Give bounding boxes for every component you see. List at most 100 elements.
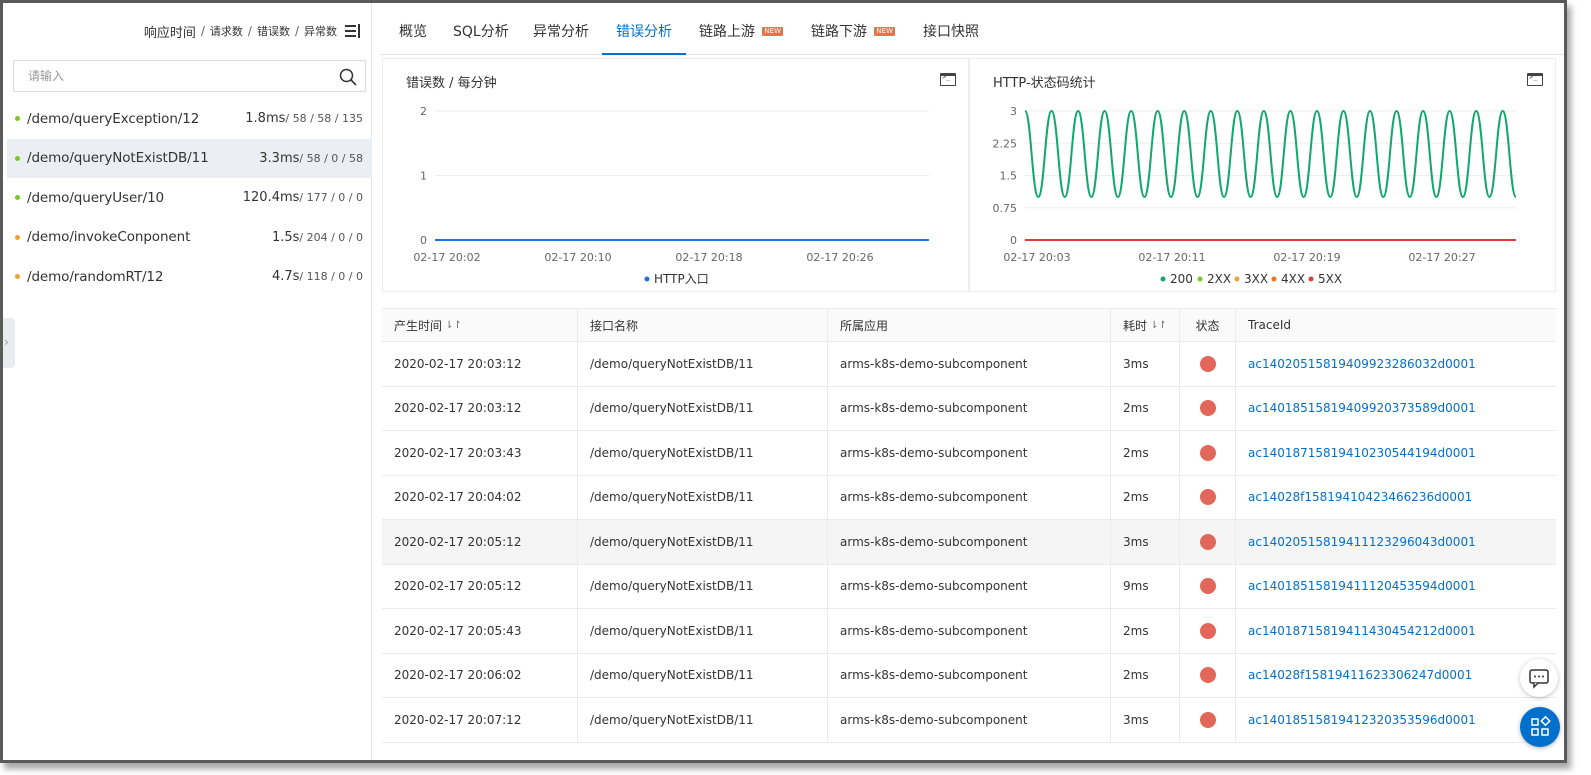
tab-item[interactable]: SQL分析	[453, 3, 509, 55]
error-status-dot	[1199, 400, 1216, 417]
trace-id-link[interactable]: ac14028f15819411623306247d0001	[1248, 668, 1472, 682]
cell-app: arms-k8s-demo-subcomponent	[828, 564, 1111, 608]
table-row[interactable]: 2020-02-17 20:03:12/demo/queryNotExistDB…	[382, 342, 1556, 387]
sort-by-requests[interactable]: 请求数	[210, 23, 243, 39]
table-row[interactable]: 2020-02-17 20:05:12/demo/queryNotExistDB…	[382, 520, 1556, 565]
cell-traceid: ac14018515819412320353596d0001	[1236, 698, 1556, 742]
analysis-tabs: 概览 SQL分析 异常分析 错误分析 链路上游 NEW 链路下游 NEW 接口快照	[379, 3, 1564, 55]
sort-header: 响应时间 / 请求数 / 错误数 / 异常数	[144, 21, 361, 41]
error-status-dot	[1199, 622, 1216, 639]
api-response-time: 1.5s	[271, 229, 300, 245]
cell-status	[1180, 431, 1236, 475]
api-list-item[interactable]: /demo/queryUser/10 120.4ms/ 177 / 0 / 0	[7, 178, 372, 218]
table-row[interactable]: 2020-02-17 20:03:12/demo/queryNotExistDB…	[382, 386, 1556, 431]
api-list-item[interactable]: /demo/queryException/12 1.8ms/ 58 / 58 / …	[7, 99, 372, 139]
column-header-time[interactable]: 产生时间 ⇂↾	[382, 309, 578, 341]
table-row[interactable]: 2020-02-17 20:03:43/demo/queryNotExistDB…	[382, 431, 1556, 476]
column-header-app: 所属应用	[828, 309, 1111, 341]
table-row[interactable]: 2020-02-17 20:06:02/demo/queryNotExistDB…	[382, 653, 1556, 698]
tab-item[interactable]: 链路下游 NEW	[811, 3, 895, 55]
table-row[interactable]: 2020-02-17 20:07:12/demo/queryNotExistDB…	[382, 698, 1556, 743]
cell-app: arms-k8s-demo-subcomponent	[828, 653, 1111, 697]
health-dot	[15, 274, 20, 280]
tab-item[interactable]: 接口快照	[923, 3, 979, 55]
table-row[interactable]: 2020-02-17 20:05:12/demo/queryNotExistDB…	[382, 564, 1556, 609]
tab-item[interactable]: 链路上游 NEW	[699, 3, 783, 55]
cell-time: 2020-02-17 20:07:12	[382, 698, 578, 742]
column-header-cost[interactable]: 耗时 ⇂↾	[1111, 309, 1180, 341]
y-tick-label: 0.75	[993, 202, 1018, 215]
cell-app: arms-k8s-demo-subcomponent	[828, 698, 1111, 742]
cell-app: arms-k8s-demo-subcomponent	[828, 342, 1111, 386]
header-separator: /	[200, 24, 205, 38]
error-status-dot	[1199, 533, 1216, 550]
trace-id-link[interactable]: ac14018515819411120453594d0001	[1248, 579, 1476, 593]
legend-label[interactable]: HTTP入口	[654, 272, 709, 286]
legend-label[interactable]: 3XX	[1244, 272, 1268, 286]
x-tick-label: 02-17 20:26	[806, 251, 873, 264]
trace-id-link[interactable]: ac14018515819412320353596d0001	[1248, 713, 1476, 727]
tab-item[interactable]: 错误分析	[602, 3, 686, 55]
health-dot	[15, 195, 20, 201]
trace-id-link[interactable]: ac14020515819409923286032d0001	[1248, 357, 1476, 371]
column-header-status: 状态	[1180, 309, 1236, 341]
sort-icon[interactable]: ⇂↾	[1150, 320, 1167, 331]
api-list-item[interactable]: /demo/invokeConponent 1.5s/ 204 / 0 / 0	[7, 218, 372, 258]
trace-id-link[interactable]: ac14018515819409920373589d0001	[1248, 401, 1476, 415]
search-icon[interactable]	[339, 68, 357, 86]
legend-label[interactable]: 4XX	[1281, 272, 1305, 286]
apps-menu-button[interactable]	[1520, 707, 1560, 747]
trace-id-link[interactable]: ac14018715819410230544194d0001	[1248, 446, 1476, 460]
error-status-dot	[1199, 489, 1216, 506]
cell-api: /demo/queryNotExistDB/11	[578, 520, 828, 564]
error-status-dot	[1199, 578, 1216, 595]
cell-cost: 3ms	[1111, 520, 1180, 564]
cell-time: 2020-02-17 20:05:43	[382, 609, 578, 653]
api-path: /demo/invokeConponent	[27, 229, 191, 246]
legend-label[interactable]: 2XX	[1207, 272, 1231, 286]
header-separator: /	[247, 24, 252, 38]
table-row[interactable]: 2020-02-17 20:04:02/demo/queryNotExistDB…	[382, 475, 1556, 520]
cell-api: /demo/queryNotExistDB/11	[578, 564, 828, 608]
tab-label: 错误分析	[616, 24, 672, 40]
table-row[interactable]: 2020-02-17 20:05:43/demo/queryNotExistDB…	[382, 609, 1556, 654]
y-tick-label: 1.5	[1000, 170, 1018, 183]
cell-app: arms-k8s-demo-subcomponent	[828, 475, 1111, 519]
feedback-chat-button[interactable]	[1520, 659, 1558, 697]
trace-id-link[interactable]: ac14020515819411123296043d0001	[1248, 535, 1476, 549]
api-stats: 4.7s/ 118 / 0 / 0	[272, 269, 363, 284]
legend-marker	[1197, 276, 1203, 282]
cell-api: /demo/queryNotExistDB/11	[578, 431, 828, 475]
api-list-item[interactable]: /demo/randomRT/12 4.7s/ 118 / 0 / 0	[7, 257, 372, 297]
sidebar-collapse-handle[interactable]: ›	[3, 318, 15, 368]
health-dot	[15, 155, 20, 161]
sort-by-exceptions[interactable]: 异常数	[304, 23, 337, 39]
cell-api: /demo/queryNotExistDB/11	[578, 609, 828, 653]
cell-status	[1180, 698, 1236, 742]
apps-grid-icon	[1531, 715, 1551, 736]
cell-cost: 2ms	[1111, 609, 1180, 653]
legend-label[interactable]: 200	[1170, 272, 1193, 286]
cell-time: 2020-02-17 20:03:43	[382, 431, 578, 475]
sort-icon[interactable]: ⇂↾	[445, 320, 462, 331]
api-list-item[interactable]: /demo/queryNotExistDB/11 3.3ms/ 58 / 0 / …	[7, 138, 372, 178]
cell-traceid: ac14018515819411120453594d0001	[1236, 565, 1556, 609]
search-input[interactable]	[14, 61, 314, 91]
api-path: /demo/queryException/12	[27, 110, 200, 127]
trace-id-link[interactable]: ac14028f15819410423466236d0001	[1248, 490, 1472, 504]
chevron-right-icon: ›	[4, 335, 9, 349]
api-counts: / 58 / 0 / 58	[299, 151, 363, 165]
tab-item[interactable]: 异常分析	[533, 3, 589, 55]
cell-time: 2020-02-17 20:05:12	[382, 520, 578, 564]
api-counts: / 177 / 0 / 0	[299, 191, 363, 205]
sort-by-errors[interactable]: 错误数	[257, 23, 290, 39]
api-counts: / 204 / 0 / 0	[299, 230, 363, 244]
sort-order-icon[interactable]	[345, 24, 361, 38]
y-tick-label: 0	[420, 234, 427, 247]
cell-app: arms-k8s-demo-subcomponent	[828, 431, 1111, 475]
tab-item[interactable]: 概览	[399, 3, 427, 55]
trace-id-link[interactable]: ac14018715819411430454212d0001	[1248, 624, 1476, 638]
sort-by-response-time[interactable]: 响应时间	[144, 22, 196, 41]
legend-marker	[1234, 276, 1240, 282]
legend-label[interactable]: 5XX	[1318, 272, 1342, 286]
